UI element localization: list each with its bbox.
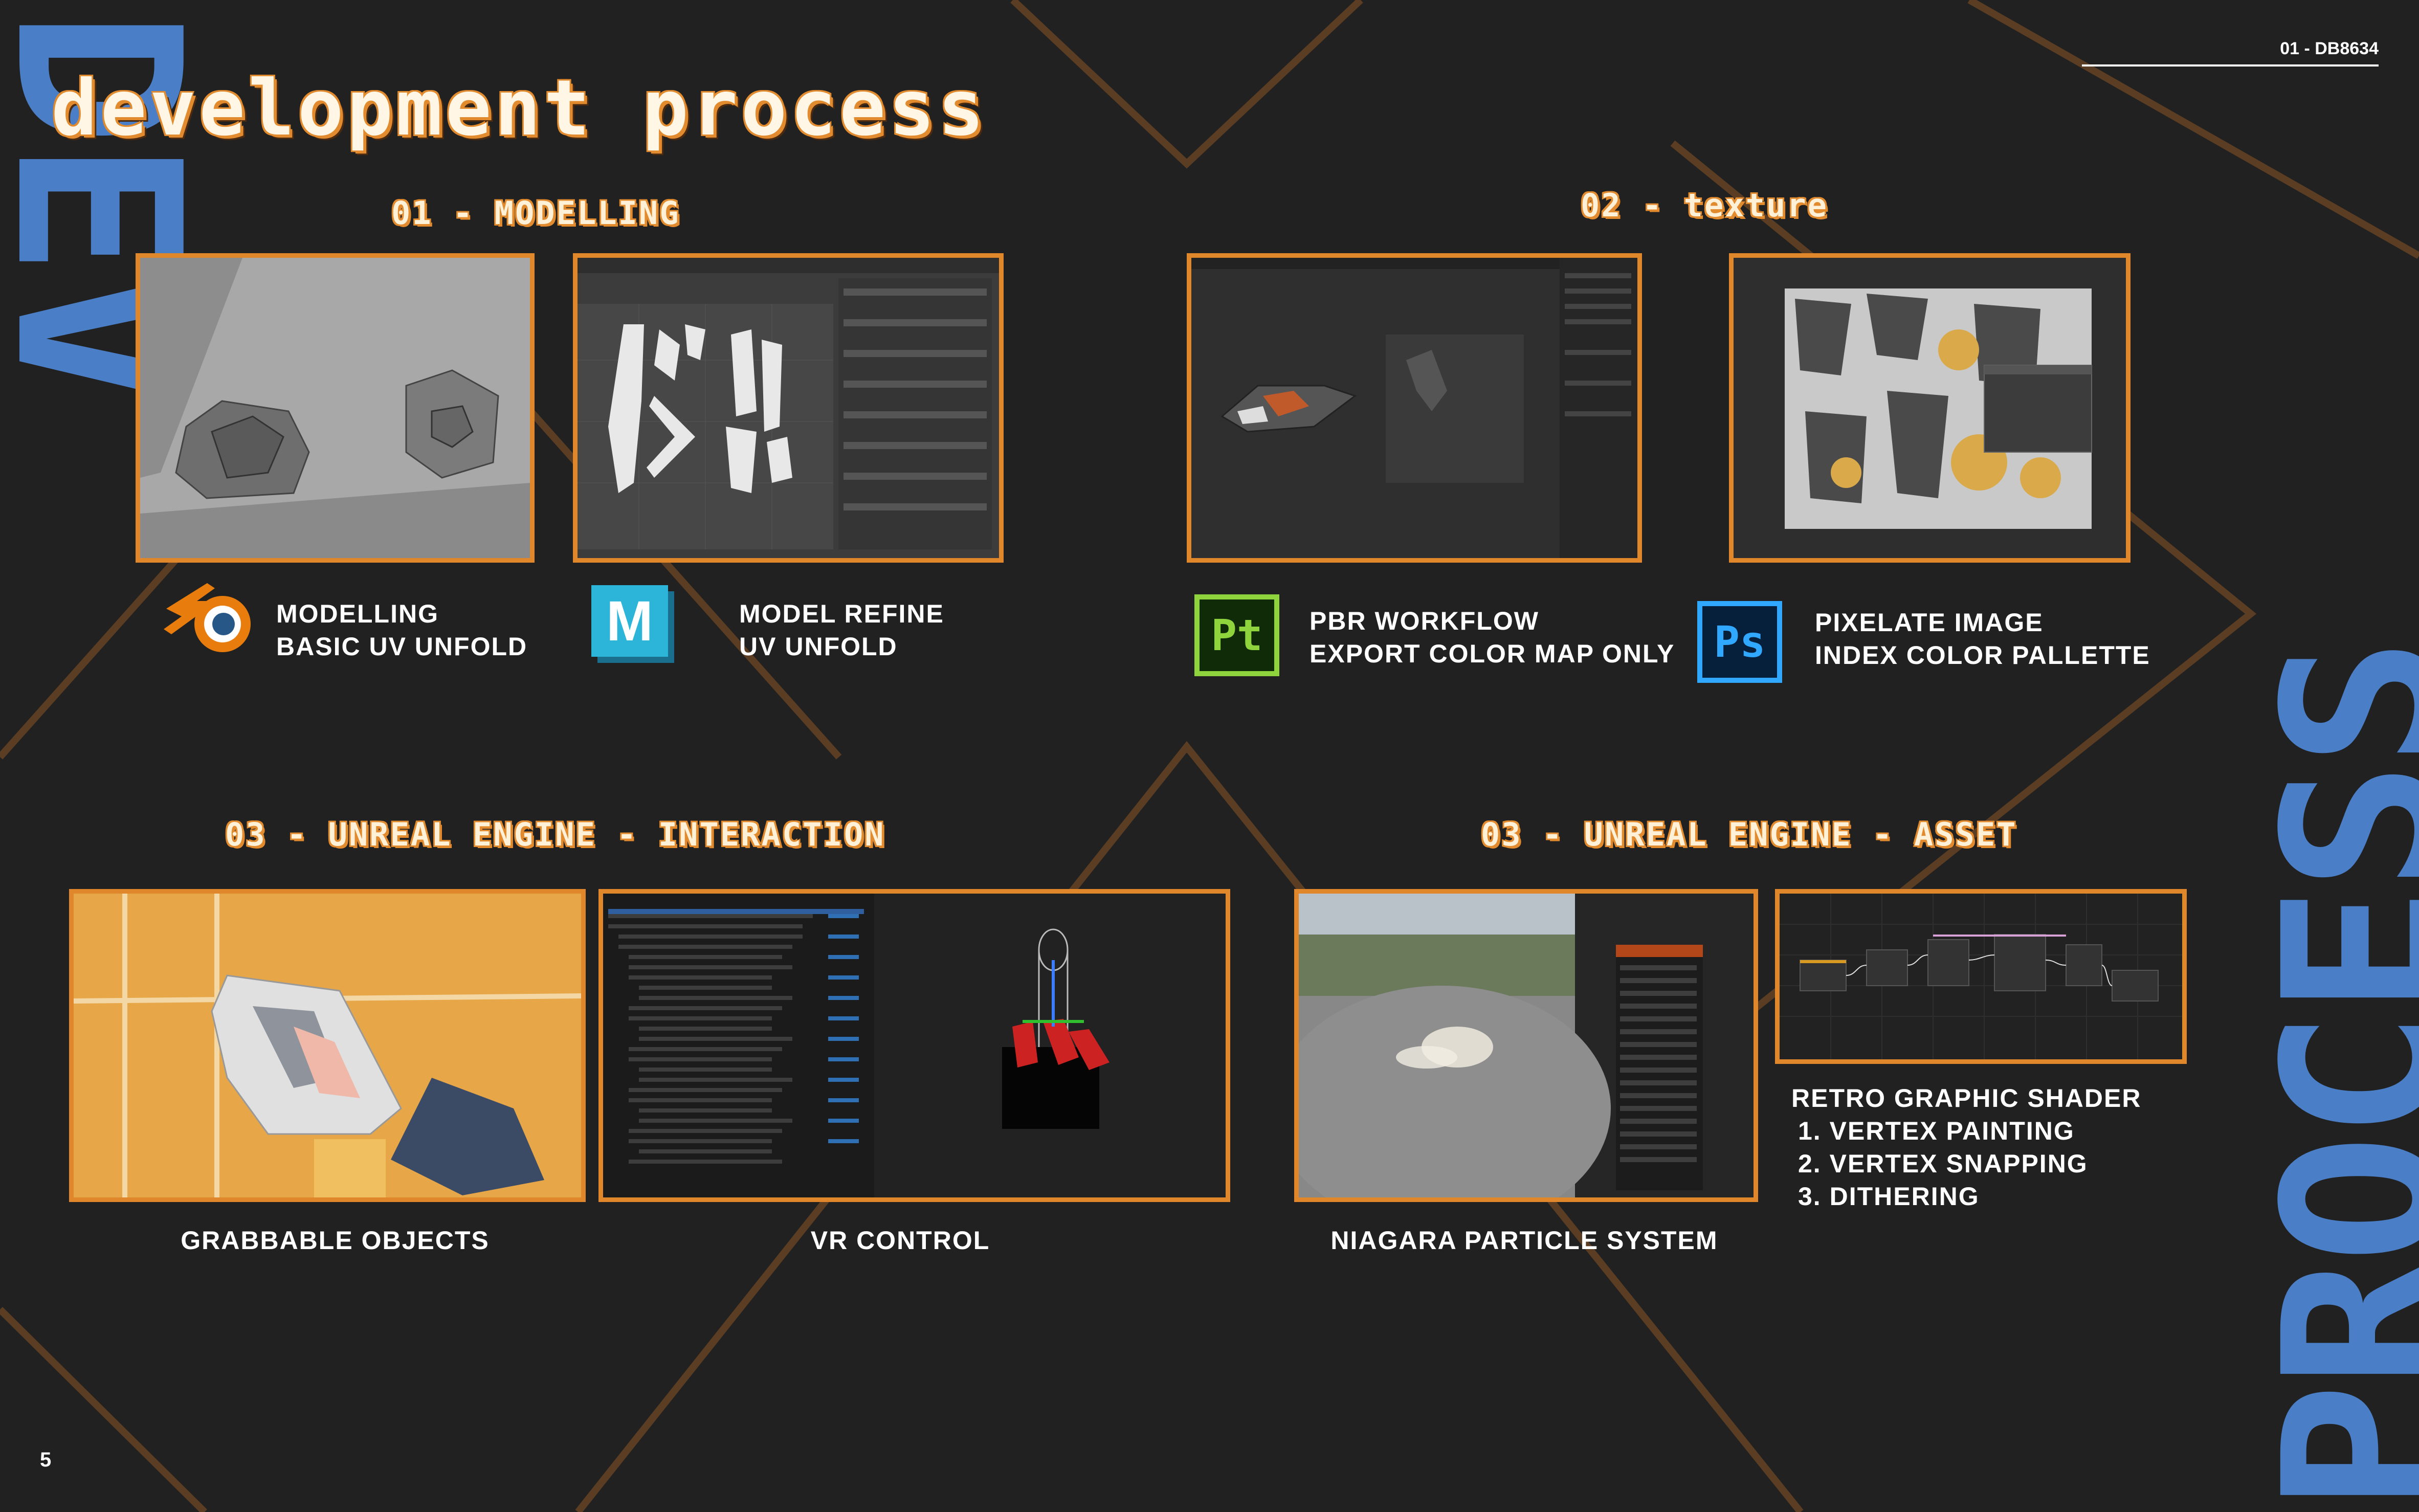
- vr-control-screenshot: [598, 889, 1230, 1202]
- blender-label-line1: MODELLING: [276, 599, 439, 628]
- shader-title: RETRO GRAPHIC SHADER: [1791, 1084, 2142, 1113]
- shader-graph-screenshot: [1775, 889, 2187, 1064]
- doc-code: 01 - DB8634: [2280, 39, 2379, 58]
- caption-vr-control: VR CONTROL: [810, 1226, 990, 1255]
- shader-item: 3. DITHERING: [1798, 1182, 1980, 1211]
- page-number: 5: [40, 1449, 52, 1471]
- maya-label-line2: UV UNFOLD: [739, 632, 898, 661]
- background-decoration: [0, 0, 2419, 1512]
- photoshop-label-line2: INDEX COLOR PALLETTE: [1815, 641, 2150, 670]
- substance-painter-screenshot: [1187, 253, 1642, 563]
- section-title-modelling: 01 - modelling: [391, 194, 680, 232]
- section-title-texture: 02 - texture: [1581, 187, 1828, 224]
- substance-painter-icon: Pt: [1194, 594, 1279, 676]
- substance-label-line2: EXPORT COLOR MAP ONLY: [1310, 639, 1675, 668]
- blender-label-line2: BASIC UV UNFOLD: [276, 632, 528, 661]
- section-title-ue-interaction: 03 - UNREAL ENGINE - INTERACTION: [225, 816, 885, 853]
- section-title-ue-asset: 03 - UNREAL ENGINE - ASSET: [1481, 816, 2017, 853]
- shader-item: 2. VERTEX SNAPPING: [1798, 1149, 2088, 1178]
- blender-icon: [151, 573, 263, 665]
- photoshop-label-line1: PIXELATE IMAGE: [1815, 608, 2044, 637]
- maya-label-line1: MODEL REFINE: [739, 599, 944, 628]
- blender-viewport-screenshot: [136, 253, 535, 563]
- photoshop-icon: Ps: [1697, 601, 1782, 683]
- page-title: development process: [51, 64, 987, 153]
- maya-uv-editor-screenshot: [573, 253, 1004, 563]
- niagara-particle-screenshot: [1294, 889, 1758, 1202]
- photoshop-texture-screenshot: [1729, 253, 2131, 563]
- grabbable-objects-screenshot: [69, 889, 586, 1202]
- caption-niagara: NIAGARA PARTICLE SYSTEM: [1330, 1226, 1718, 1255]
- side-text-right: PROCESS: [2238, 642, 2419, 1512]
- shader-item: 1. VERTEX PAINTING: [1798, 1117, 2075, 1145]
- substance-label-line1: PBR WORKFLOW: [1310, 607, 1539, 635]
- maya-icon: M: [587, 582, 679, 664]
- caption-grabbable-objects: GRABBABLE OBJECTS: [181, 1226, 490, 1255]
